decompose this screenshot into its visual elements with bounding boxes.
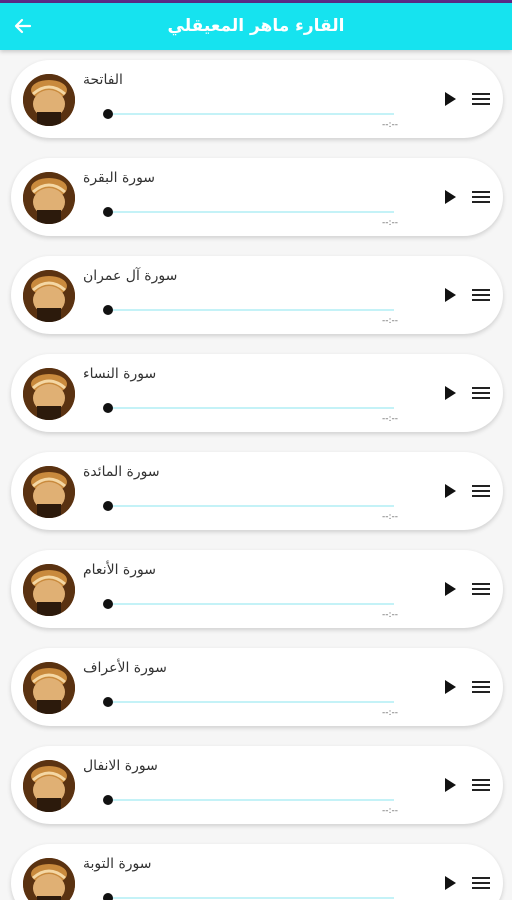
reciter-avatar	[23, 270, 75, 322]
menu-button[interactable]	[469, 676, 493, 698]
seek-bar[interactable]	[108, 113, 394, 115]
play-icon	[445, 288, 456, 302]
play-icon	[445, 778, 456, 792]
reciter-avatar	[23, 466, 75, 518]
surah-card[interactable]: سورة التوبة --:--	[11, 844, 503, 900]
menu-icon	[472, 93, 490, 105]
play-button[interactable]	[439, 578, 461, 600]
surah-title: سورة البقرة	[83, 170, 156, 186]
menu-button[interactable]	[469, 872, 493, 894]
menu-icon	[472, 681, 490, 693]
reciter-avatar	[23, 662, 75, 714]
surah-card[interactable]: سورة المائدة --:--	[11, 452, 503, 530]
time-label: --:--	[381, 218, 399, 228]
surah-card[interactable]: الفاتحة --:--	[11, 60, 503, 138]
surah-title: سورة الانفال	[83, 758, 158, 774]
seek-thumb[interactable]	[103, 403, 113, 413]
play-button[interactable]	[439, 872, 461, 894]
page-title: القارء ماهر المعيقلي	[167, 16, 345, 36]
reciter-avatar	[23, 564, 75, 616]
seek-thumb[interactable]	[103, 697, 113, 707]
seek-bar[interactable]	[108, 211, 394, 213]
menu-button[interactable]	[469, 88, 493, 110]
play-button[interactable]	[439, 676, 461, 698]
play-icon	[445, 680, 456, 694]
reciter-avatar	[23, 172, 75, 224]
reciter-avatar	[23, 760, 75, 812]
menu-icon	[472, 387, 490, 399]
surah-list[interactable]: الفاتحة --:-- سورة البقرة --:-- سورة آل …	[0, 50, 512, 900]
surah-title: سورة الأعراف	[83, 660, 167, 676]
surah-title: سورة التوبة	[83, 856, 152, 872]
app-bar: القارء ماهر المعيقلي	[0, 3, 512, 50]
time-label: --:--	[381, 708, 399, 718]
seek-thumb[interactable]	[103, 599, 113, 609]
menu-button[interactable]	[469, 480, 493, 502]
menu-icon	[472, 191, 490, 203]
surah-title: سورة النساء	[83, 366, 157, 382]
surah-title: سورة آل عمران	[83, 268, 178, 284]
play-button[interactable]	[439, 480, 461, 502]
surah-title: سورة الأنعام	[83, 562, 156, 578]
seek-thumb[interactable]	[103, 305, 113, 315]
menu-button[interactable]	[469, 284, 493, 306]
reciter-avatar	[23, 858, 75, 900]
seek-thumb[interactable]	[103, 501, 113, 511]
surah-title: الفاتحة	[83, 72, 123, 88]
menu-button[interactable]	[469, 186, 493, 208]
seek-bar[interactable]	[108, 799, 394, 801]
seek-bar[interactable]	[108, 407, 394, 409]
menu-icon	[472, 877, 490, 889]
seek-bar[interactable]	[108, 897, 394, 899]
surah-card[interactable]: سورة البقرة --:--	[11, 158, 503, 236]
time-label: --:--	[381, 610, 399, 620]
menu-icon	[472, 583, 490, 595]
play-button[interactable]	[439, 186, 461, 208]
menu-icon	[472, 779, 490, 791]
time-label: --:--	[381, 316, 399, 326]
surah-card[interactable]: سورة الأنعام --:--	[11, 550, 503, 628]
play-icon	[445, 92, 456, 106]
play-icon	[445, 876, 456, 890]
surah-card[interactable]: سورة الأعراف --:--	[11, 648, 503, 726]
seek-bar[interactable]	[108, 603, 394, 605]
seek-bar[interactable]	[108, 701, 394, 703]
play-button[interactable]	[439, 774, 461, 796]
menu-button[interactable]	[469, 774, 493, 796]
surah-card[interactable]: سورة النساء --:--	[11, 354, 503, 432]
time-label: --:--	[381, 414, 399, 424]
play-button[interactable]	[439, 382, 461, 404]
seek-bar[interactable]	[108, 309, 394, 311]
surah-card[interactable]: سورة آل عمران --:--	[11, 256, 503, 334]
seek-bar[interactable]	[108, 505, 394, 507]
menu-icon	[472, 485, 490, 497]
reciter-avatar	[23, 368, 75, 420]
seek-thumb[interactable]	[103, 795, 113, 805]
menu-button[interactable]	[469, 382, 493, 404]
play-icon	[445, 190, 456, 204]
seek-thumb[interactable]	[103, 893, 113, 900]
menu-button[interactable]	[469, 578, 493, 600]
play-button[interactable]	[439, 284, 461, 306]
play-button[interactable]	[439, 88, 461, 110]
surah-title: سورة المائدة	[83, 464, 160, 480]
time-label: --:--	[381, 120, 399, 130]
seek-thumb[interactable]	[103, 109, 113, 119]
play-icon	[445, 386, 456, 400]
reciter-avatar	[23, 74, 75, 126]
play-icon	[445, 484, 456, 498]
time-label: --:--	[381, 512, 399, 522]
play-icon	[445, 582, 456, 596]
seek-thumb[interactable]	[103, 207, 113, 217]
menu-icon	[472, 289, 490, 301]
surah-card[interactable]: سورة الانفال --:--	[11, 746, 503, 824]
time-label: --:--	[381, 806, 399, 816]
